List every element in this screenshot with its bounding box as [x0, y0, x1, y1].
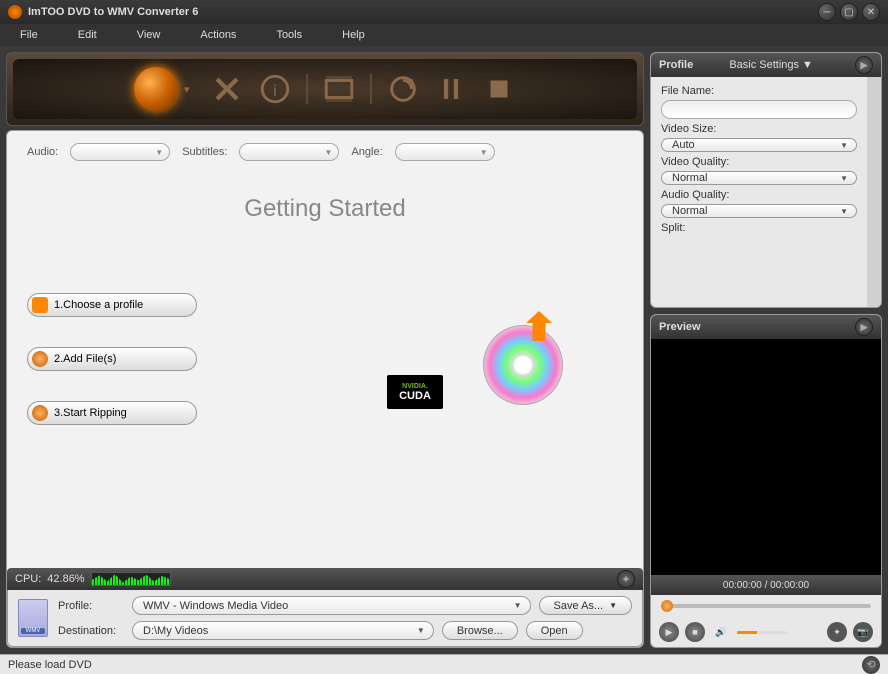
- cpu-settings-button[interactable]: ✦: [617, 570, 635, 588]
- filename-input[interactable]: [661, 100, 857, 119]
- add-step-icon: [32, 351, 48, 367]
- statusbar: Please load DVD ⟲: [0, 654, 888, 674]
- minimize-button[interactable]: ─: [818, 3, 836, 21]
- status-text: Please load DVD: [8, 659, 92, 671]
- filename-label: File Name:: [661, 85, 857, 97]
- step-label: 1.Choose a profile: [54, 299, 143, 311]
- window-title: ImTOO DVD to WMV Converter 6: [28, 6, 198, 18]
- cpu-bar: CPU: 42.86% ✦: [7, 568, 643, 590]
- menu-tools[interactable]: Tools: [276, 29, 302, 41]
- profile-label: Profile:: [58, 600, 124, 612]
- pause-button[interactable]: [434, 72, 468, 106]
- nvidia-cuda-badge: NVIDIA. CUDA: [387, 375, 443, 409]
- stop-button[interactable]: [482, 72, 516, 106]
- wmv-file-icon: [18, 599, 48, 637]
- angle-combo[interactable]: [395, 143, 495, 161]
- status-action-button[interactable]: ⟲: [862, 656, 880, 674]
- menu-help[interactable]: Help: [342, 29, 365, 41]
- aquality-combo[interactable]: Normal: [661, 204, 857, 218]
- aquality-label: Audio Quality:: [661, 189, 857, 201]
- toolbar: ▾ i: [6, 52, 644, 126]
- step-label: 2.Add File(s): [54, 353, 116, 365]
- destination-label: Destination:: [58, 625, 124, 637]
- audio-label: Audio:: [27, 146, 58, 158]
- profile-step-icon: [32, 297, 48, 313]
- info-button[interactable]: i: [258, 72, 292, 106]
- add-disc-button[interactable]: [134, 67, 178, 111]
- basic-settings-dropdown[interactable]: Basic Settings ▼: [729, 59, 813, 71]
- step-choose-profile[interactable]: 1.Choose a profile: [27, 293, 197, 317]
- preview-expand-button[interactable]: ▶: [855, 318, 873, 336]
- browse-button[interactable]: Browse...: [442, 621, 518, 640]
- menubar: File Edit View Actions Tools Help: [0, 24, 888, 46]
- delete-button[interactable]: [210, 72, 244, 106]
- titlebar: ImTOO DVD to WMV Converter 6 ─ ▢ ✕: [0, 0, 888, 24]
- profile-panel: Profile Basic Settings ▼ ▶ File Name: Vi…: [650, 52, 882, 308]
- menu-view[interactable]: View: [137, 29, 161, 41]
- open-button[interactable]: Open: [526, 621, 583, 640]
- volume-slider[interactable]: [737, 631, 787, 634]
- preview-viewport: [651, 339, 881, 575]
- destination-combo[interactable]: D:\My Videos: [132, 621, 434, 640]
- camera-button[interactable]: 📷: [853, 622, 873, 642]
- cpu-label: CPU:: [15, 573, 41, 585]
- step-start-ripping[interactable]: 3.Start Ripping: [27, 401, 197, 425]
- seek-slider[interactable]: [661, 604, 871, 608]
- clip-button[interactable]: [322, 72, 356, 106]
- maximize-button[interactable]: ▢: [840, 3, 858, 21]
- profile-expand-button[interactable]: ▶: [855, 56, 873, 74]
- menu-edit[interactable]: Edit: [78, 29, 97, 41]
- subtitles-combo[interactable]: [239, 143, 339, 161]
- step-add-files[interactable]: 2.Add File(s): [27, 347, 197, 371]
- convert-button[interactable]: [386, 72, 420, 106]
- disc-illustration: [483, 325, 563, 405]
- audio-combo[interactable]: [70, 143, 170, 161]
- videosize-combo[interactable]: Auto: [661, 138, 857, 152]
- vquality-label: Video Quality:: [661, 156, 857, 168]
- add-disc-dropdown[interactable]: ▾: [184, 72, 196, 106]
- angle-label: Angle:: [351, 146, 382, 158]
- app-logo-icon: [8, 5, 22, 19]
- close-button[interactable]: ✕: [862, 3, 880, 21]
- snapshot-button[interactable]: ✦: [827, 622, 847, 642]
- arrow-up-icon: [526, 311, 552, 341]
- profile-combo[interactable]: WMV - Windows Media Video: [132, 596, 531, 615]
- step-label: 3.Start Ripping: [54, 407, 127, 419]
- preview-panel: Preview ▶ 00:00:00 / 00:00:00 ▶ ■ 🔊 ✦ 📷: [650, 314, 882, 648]
- vquality-combo[interactable]: Normal: [661, 171, 857, 185]
- volume-icon[interactable]: 🔊: [711, 622, 731, 642]
- seek-thumb[interactable]: [661, 600, 673, 612]
- subtitles-label: Subtitles:: [182, 146, 227, 158]
- split-label: Split:: [661, 222, 857, 234]
- save-as-button[interactable]: Save As...▼: [539, 596, 632, 615]
- svg-text:i: i: [273, 83, 276, 100]
- rip-step-icon: [32, 405, 48, 421]
- cpu-graph: [91, 572, 171, 586]
- videosize-label: Video Size:: [661, 123, 857, 135]
- preview-time: 00:00:00 / 00:00:00: [651, 575, 881, 595]
- cpu-value: 42.86%: [47, 573, 84, 585]
- menu-actions[interactable]: Actions: [200, 29, 236, 41]
- getting-started-title: Getting Started: [244, 195, 405, 223]
- stop-preview-button[interactable]: ■: [685, 622, 705, 642]
- play-button[interactable]: ▶: [659, 622, 679, 642]
- preview-title: Preview: [659, 321, 701, 333]
- profile-panel-title: Profile: [659, 59, 693, 71]
- menu-file[interactable]: File: [20, 29, 38, 41]
